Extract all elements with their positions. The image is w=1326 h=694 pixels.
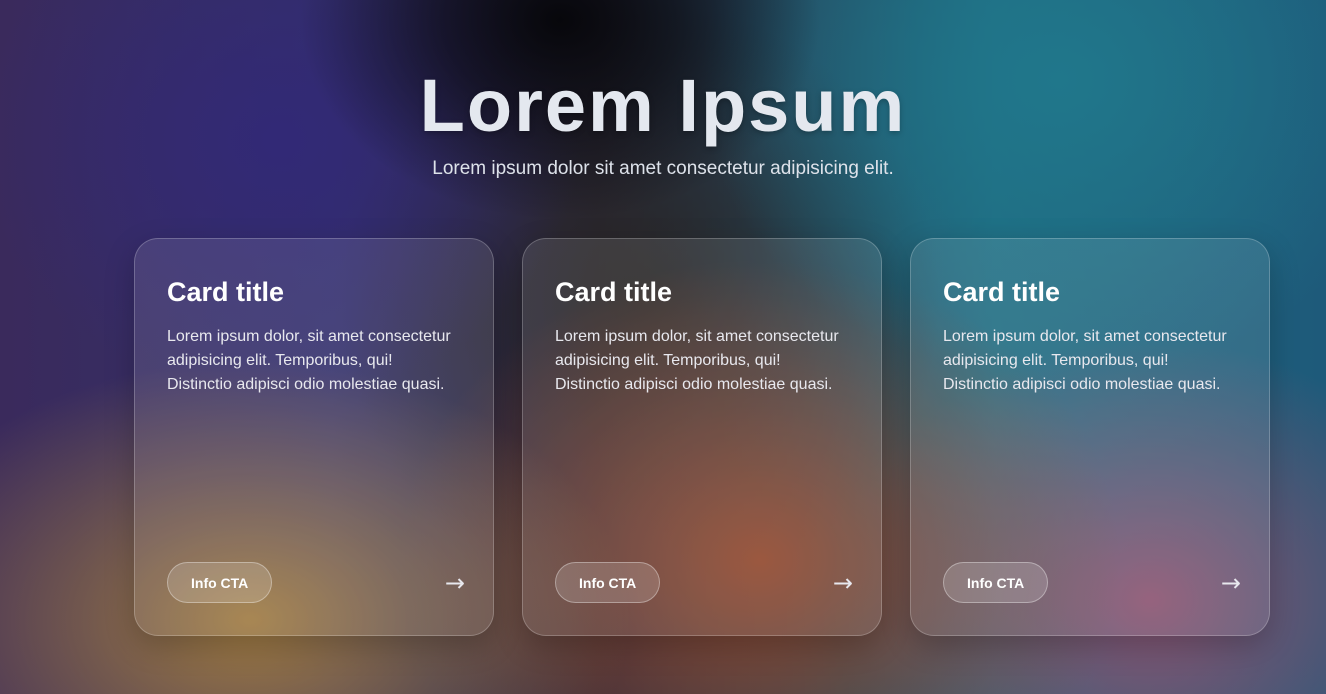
info-cta-button[interactable]: Info CTA	[167, 562, 273, 603]
card-text: Lorem ipsum dolor, sit amet consectetur …	[943, 328, 1227, 393]
arrow-right-icon[interactable]: →	[1221, 571, 1241, 595]
page-title: Lorem Ipsum	[419, 64, 907, 147]
info-card: Card title Lorem ipsum dolor, sit amet c…	[910, 238, 1270, 636]
info-cta-button[interactable]: Info CTA	[555, 562, 661, 603]
card-title: Card title	[167, 277, 285, 307]
arrow-right-icon[interactable]: →	[445, 571, 465, 595]
card-footer: Info CTA →	[943, 562, 1241, 603]
info-cta-button[interactable]: Info CTA	[943, 562, 1049, 603]
hero-section: Lorem Ipsum Lorem ipsum dolor sit amet c…	[0, 60, 1326, 182]
card-footer: Info CTA →	[167, 562, 465, 603]
page-subtitle: Lorem ipsum dolor sit amet consectetur a…	[432, 158, 894, 179]
arrow-right-icon[interactable]: →	[833, 571, 853, 595]
card-footer: Info CTA →	[555, 562, 853, 603]
card-title: Card title	[943, 277, 1061, 307]
info-card: Card title Lorem ipsum dolor, sit amet c…	[522, 238, 882, 636]
card-text: Lorem ipsum dolor, sit amet consectetur …	[555, 328, 839, 393]
info-card: Card title Lorem ipsum dolor, sit amet c…	[134, 238, 494, 636]
card-list: Card title Lorem ipsum dolor, sit amet c…	[134, 238, 1270, 638]
card-title: Card title	[555, 277, 673, 307]
card-text: Lorem ipsum dolor, sit amet consectetur …	[167, 328, 451, 393]
